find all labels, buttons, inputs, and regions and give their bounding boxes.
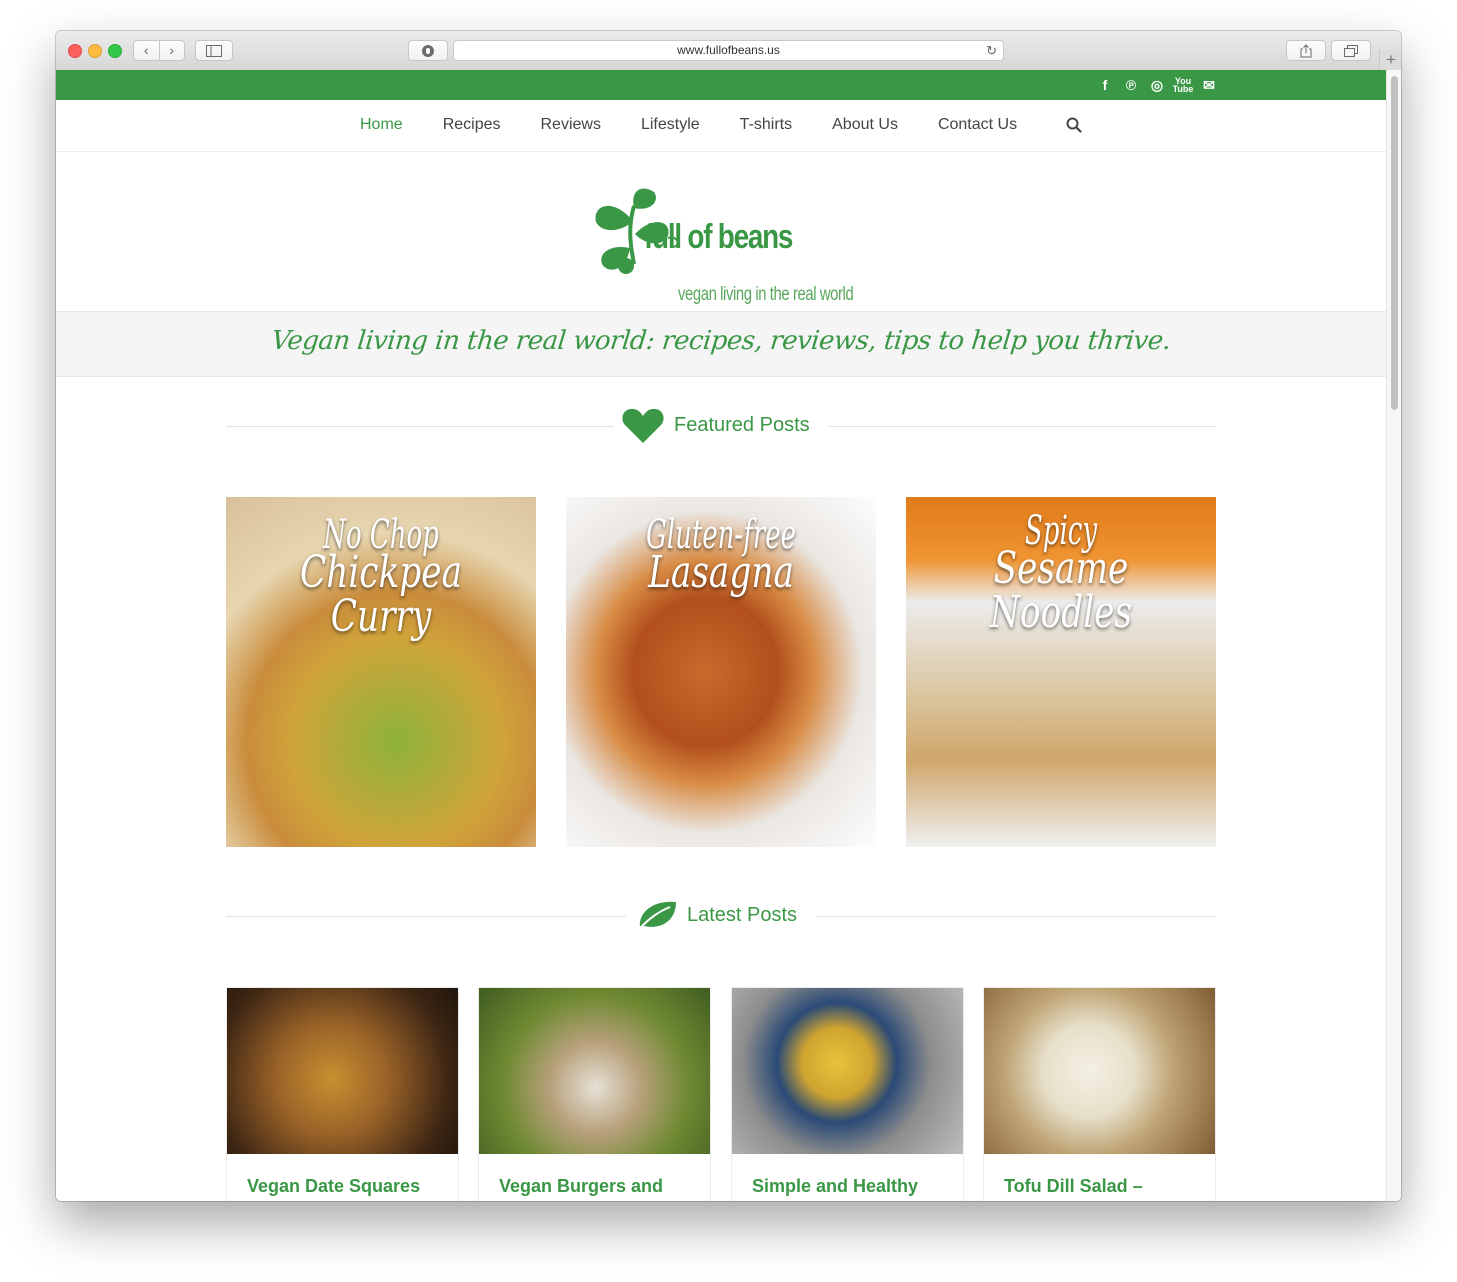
site-tagline: Vegan living in the real world: recipes,… [269,326,1173,356]
share-icon [1300,43,1312,57]
featured-posts-header: Featured Posts [226,406,1216,446]
latest-posts-heading: Latest Posts [687,904,798,926]
web-page: f ℗ ◎ You Tube ✉ Home Recipes Reviews Li… [56,70,1386,1201]
main-navigation: Home Recipes Reviews Lifestyle T-shirts … [56,100,1386,152]
tabs-icon [1344,44,1358,57]
extension-icon [422,44,434,57]
latest-post-card[interactable]: Tofu Dill Salad – [983,987,1216,1201]
featured-post-title: Gluten-free Lasagna [566,515,876,595]
extension-button[interactable] [408,40,448,61]
post-thumbnail[interactable] [732,988,963,1154]
leaf-icon [639,901,676,929]
post-title[interactable]: Vegan Burgers and [499,1176,663,1197]
divider-line [226,426,614,427]
featured-title-line2: Sesame Noodles [989,543,1133,638]
featured-post-card[interactable]: Gluten-free Lasagna [566,497,876,847]
featured-post-title: No Chop Chickpea Curry [226,515,536,639]
sidebar-toggle-button[interactable] [195,40,233,61]
divider-line [829,426,1216,427]
post-title[interactable]: Tofu Dill Salad – [1004,1176,1143,1197]
facebook-icon[interactable]: f [1096,76,1114,94]
scrollbar-thumb[interactable] [1391,76,1398,410]
nav-menu: Home Recipes Reviews Lifestyle T-shirts … [360,116,1057,134]
share-button[interactable] [1286,40,1326,61]
nav-item-recipes[interactable]: Recipes [443,116,501,134]
post-thumbnail[interactable] [984,988,1215,1154]
logo-subtitle: vegan living in the real world [678,284,854,305]
featured-post-card[interactable]: No Chop Chickpea Curry [226,497,536,847]
back-button[interactable]: ‹ [134,41,160,60]
zoom-window-button[interactable] [108,44,122,58]
post-thumbnail[interactable] [479,988,710,1154]
instagram-icon[interactable]: ◎ [1148,76,1166,94]
featured-title-line2: Chickpea Curry [299,547,463,642]
email-icon[interactable]: ✉ [1200,76,1218,94]
post-thumbnail[interactable] [227,988,458,1154]
nav-item-lifestyle[interactable]: Lifestyle [641,116,700,134]
youtube-icon[interactable]: You Tube [1173,76,1194,94]
featured-post-title: Spicy Sesame Noodles [906,511,1216,635]
social-links: f ℗ ◎ You Tube ✉ [1096,76,1218,94]
latest-posts-header: Latest Posts [226,896,1216,936]
divider-line [816,916,1216,917]
post-title[interactable]: Simple and Healthy [752,1176,918,1197]
tab-overview-button[interactable] [1331,40,1371,61]
address-bar[interactable]: www.fullofbeans.us ↻ [453,40,1004,61]
featured-posts-heading: Featured Posts [674,414,810,436]
latest-post-card[interactable]: Vegan Burgers and [478,987,711,1201]
history-nav-group: ‹ › [133,40,185,61]
reload-icon[interactable]: ↻ [986,41,997,60]
close-window-button[interactable] [68,44,82,58]
tagline-band: Vegan living in the real world: recipes,… [56,311,1386,377]
logo-title[interactable]: full of beans [644,218,793,257]
divider-line [226,916,626,917]
nav-item-tshirts[interactable]: T-shirts [740,116,792,134]
url-text: www.fullofbeans.us [677,43,780,57]
new-tab-button[interactable]: + [1379,49,1401,70]
nav-item-reviews[interactable]: Reviews [541,116,601,134]
post-title[interactable]: Vegan Date Squares [247,1176,420,1197]
nav-item-about-us[interactable]: About Us [832,116,898,134]
search-icon[interactable] [1066,117,1082,133]
latest-post-card[interactable]: Vegan Date Squares [226,987,459,1201]
featured-post-card[interactable]: Spicy Sesame Noodles [906,497,1216,847]
sidebar-icon [206,44,222,57]
browser-window: ‹ › www.fullofbeans.us ↻ + f ℗ ◎ You Tub… [56,31,1401,1201]
nav-item-contact-us[interactable]: Contact Us [938,116,1017,134]
vertical-scrollbar[interactable] [1386,70,1401,1201]
nav-item-home[interactable]: Home [360,116,403,134]
minimize-window-button[interactable] [88,44,102,58]
social-bar: f ℗ ◎ You Tube ✉ [56,70,1386,100]
forward-button[interactable]: › [160,41,185,60]
pinterest-icon[interactable]: ℗ [1122,76,1140,94]
featured-title-line2: Lasagna [648,547,794,598]
browser-toolbar: ‹ › www.fullofbeans.us ↻ + [56,31,1401,71]
latest-post-card[interactable]: Simple and Healthy [731,987,964,1201]
heart-icon [622,408,664,443]
